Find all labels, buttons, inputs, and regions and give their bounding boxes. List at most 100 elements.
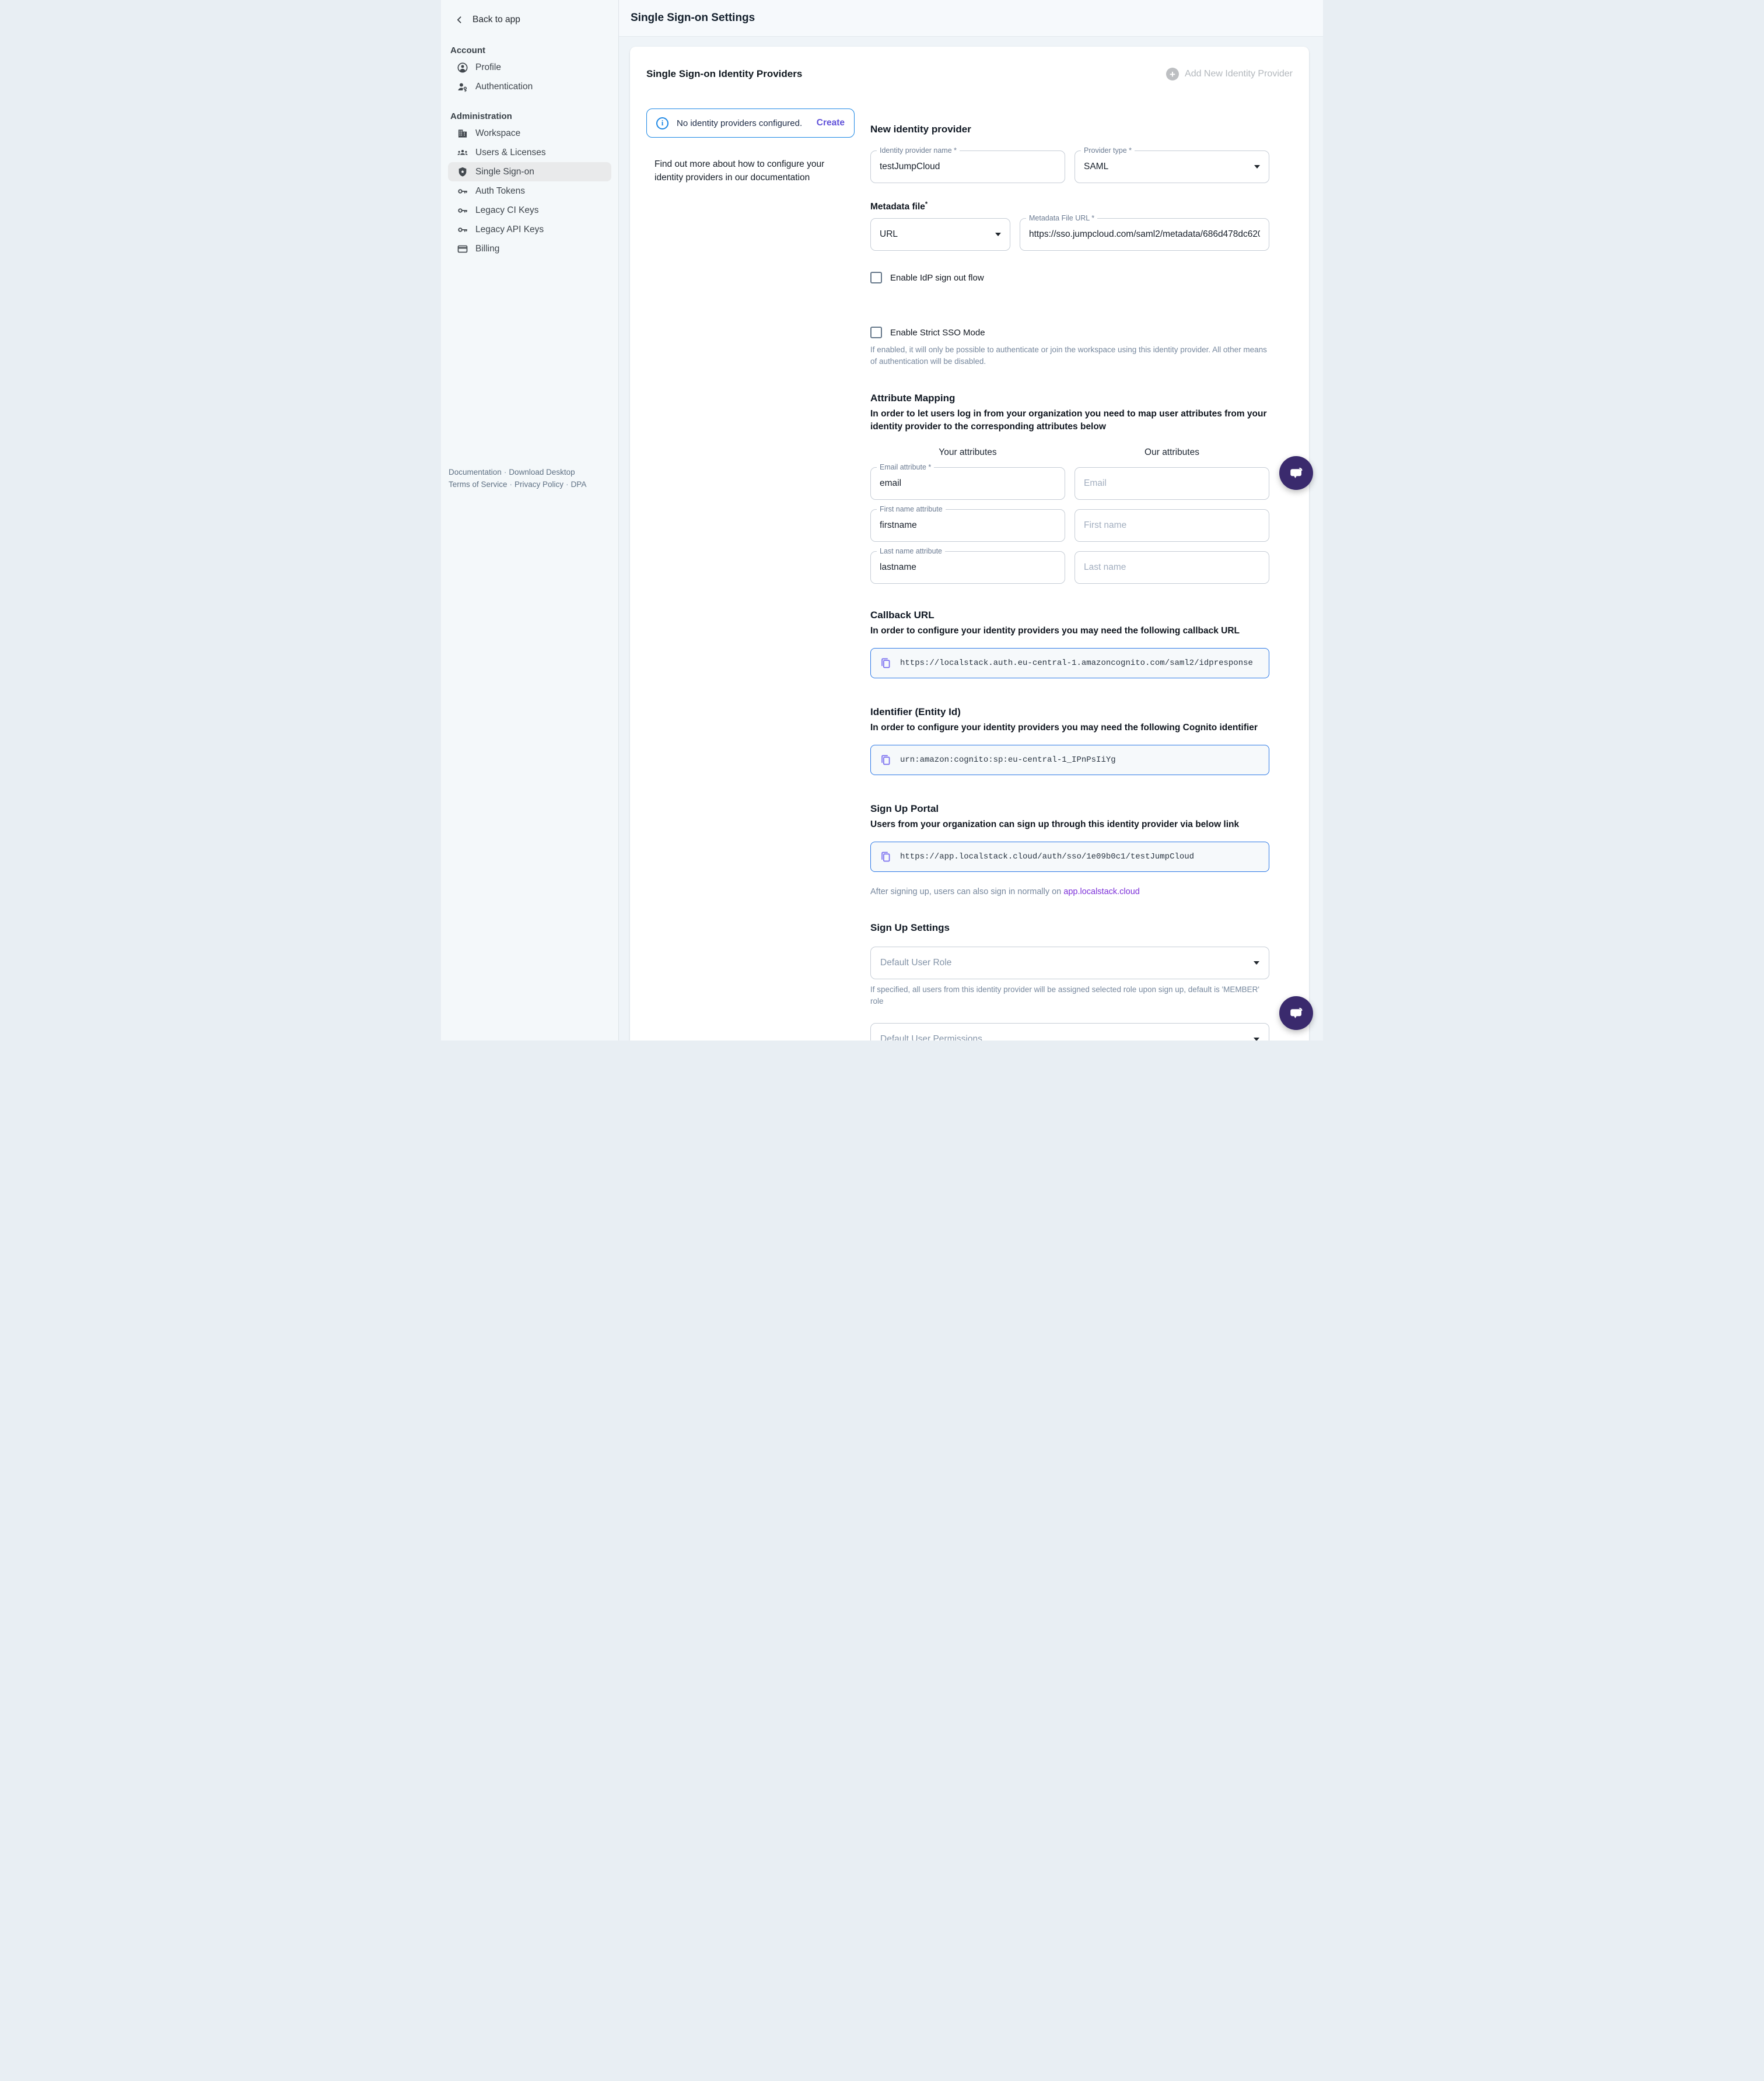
add-new-identity-provider-button[interactable]: + Add New Identity Provider <box>1166 68 1293 80</box>
copy-icon[interactable] <box>879 754 892 766</box>
back-to-app-button[interactable]: Back to app <box>441 9 618 30</box>
metadata-source-select[interactable]: URL <box>870 218 1010 251</box>
add-new-identity-provider-label: Add New Identity Provider <box>1185 69 1293 79</box>
first-name-attribute-field[interactable]: First name attribute <box>870 509 1065 542</box>
identity-providers-card: Single Sign-on Identity Providers + Add … <box>630 47 1309 1040</box>
documentation-link[interactable]: Documentation <box>449 468 502 477</box>
signup-settings-heading: Sign Up Settings <box>870 922 1269 934</box>
default-user-permissions-select[interactable]: Default User Permissions <box>870 1023 1269 1040</box>
sidebar-item-profile[interactable]: Profile <box>448 58 611 77</box>
sidebar-item-legacy-ci-keys[interactable]: Legacy CI Keys <box>448 201 611 220</box>
create-link[interactable]: Create <box>817 118 845 128</box>
sidebar-item-authentication[interactable]: Authentication <box>448 77 611 96</box>
single-sign-on-settings-page: Back to app Account Profile Authenticati… <box>441 0 1323 1040</box>
docs-note: Find out more about how to configure you… <box>654 157 847 185</box>
chat-widget-button[interactable] <box>1279 456 1313 490</box>
shield-star-icon <box>457 166 468 178</box>
email-attribute-input[interactable] <box>880 478 1056 489</box>
sidebar-item-single-sign-on[interactable]: Single Sign-on <box>448 162 611 181</box>
key-icon <box>457 185 468 197</box>
terms-of-service-link[interactable]: Terms of Service <box>449 480 508 489</box>
form-heading: New identity provider <box>870 124 1269 135</box>
section-title-account: Account <box>441 45 618 55</box>
copy-icon[interactable] <box>879 657 892 670</box>
sidebar-item-users-licenses[interactable]: Users & Licenses <box>448 143 611 162</box>
default-user-role-select[interactable]: Default User Role <box>870 947 1269 979</box>
sidebar-item-billing[interactable]: Billing <box>448 239 611 258</box>
email-attribute-field[interactable]: Email attribute * <box>870 467 1065 500</box>
building-icon <box>457 128 468 139</box>
callback-url-heading: Callback URL <box>870 609 1269 621</box>
copy-icon[interactable] <box>879 850 892 863</box>
first-name-attribute-input[interactable] <box>880 520 1056 531</box>
dpa-link[interactable]: DPA <box>571 480 587 489</box>
our-first-name-field[interactable] <box>1074 509 1269 542</box>
sidebar-footer: Documentation·Download Desktop Terms of … <box>449 467 609 491</box>
identifier-description: In order to configure your identity prov… <box>870 721 1269 734</box>
download-desktop-link[interactable]: Download Desktop <box>509 468 575 477</box>
callback-url-description: In order to configure your identity prov… <box>870 625 1269 637</box>
people-icon <box>457 147 468 159</box>
page-title: Single Sign-on Settings <box>631 12 755 24</box>
chat-widget-button[interactable] <box>1279 996 1313 1030</box>
chat-bubble-icon <box>1287 464 1305 482</box>
our-email-input[interactable] <box>1084 478 1260 489</box>
footer-separator: · <box>502 468 509 477</box>
default-user-permissions-placeholder: Default User Permissions <box>880 1034 982 1040</box>
your-attributes-header: Your attributes <box>870 447 1065 458</box>
default-user-role-placeholder: Default User Role <box>880 958 951 968</box>
our-email-field[interactable] <box>1074 467 1269 500</box>
sidebar-item-workspace[interactable]: Workspace <box>448 124 611 143</box>
identity-provider-name-input[interactable] <box>880 162 1056 172</box>
app-localstack-cloud-link[interactable]: app.localstack.cloud <box>1063 887 1140 896</box>
field-label: First name attribute <box>877 505 946 513</box>
enable-strict-sso-checkbox[interactable]: Enable Strict SSO Mode <box>870 327 1269 338</box>
field-label: Provider type * <box>1081 146 1135 155</box>
field-label: Metadata File URL * <box>1026 214 1097 222</box>
metadata-file-url-field[interactable]: Metadata File URL * <box>1020 218 1269 251</box>
attribute-mapping-heading: Attribute Mapping <box>870 393 1269 404</box>
no-providers-alert: i No identity providers configured. Crea… <box>646 108 855 138</box>
sidebar-item-auth-tokens[interactable]: Auth Tokens <box>448 181 611 201</box>
callback-url-value: https://localstack.auth.eu-central-1.ama… <box>900 658 1253 668</box>
last-name-attribute-input[interactable] <box>880 562 1056 573</box>
checkbox-label: Enable IdP sign out flow <box>890 273 984 283</box>
strict-sso-helper: If enabled, it will only be possible to … <box>870 344 1269 367</box>
field-label: Identity provider name * <box>877 146 960 155</box>
sidebar-item-label: Users & Licenses <box>475 148 546 158</box>
chevron-down-icon <box>1254 165 1260 169</box>
privacy-policy-link[interactable]: Privacy Policy <box>514 480 564 489</box>
identity-provider-name-field[interactable]: Identity provider name * <box>870 150 1065 183</box>
our-first-name-input[interactable] <box>1084 520 1260 531</box>
new-identity-provider-form: New identity provider Identity provider … <box>870 108 1269 1040</box>
main-area: Single Sign-on Settings Single Sign-on I… <box>619 0 1323 1040</box>
sidebar-item-label: Billing <box>475 244 499 254</box>
sidebar-item-label: Authentication <box>475 82 533 92</box>
sidebar-item-label: Workspace <box>475 128 520 139</box>
metadata-source-value: URL <box>880 229 898 240</box>
provider-type-value: SAML <box>1084 162 1108 172</box>
person-icon <box>457 62 468 73</box>
metadata-file-url-input[interactable] <box>1029 229 1260 240</box>
section-title-administration: Administration <box>441 111 618 121</box>
chevron-down-icon <box>1254 1038 1259 1040</box>
sidebar-item-label: Legacy CI Keys <box>475 205 539 216</box>
chevron-left-icon <box>454 14 466 26</box>
card-title: Single Sign-on Identity Providers <box>646 68 802 80</box>
checkbox-icon <box>870 272 882 283</box>
metadata-file-label: Metadata file* <box>870 201 1269 212</box>
plus-circle-icon: + <box>1166 68 1179 80</box>
after-signup-note: After signing up, users can also sign in… <box>870 887 1269 896</box>
identifier-value: urn:amazon:cognito:sp:eu-central-1_IPnPs… <box>900 755 1116 765</box>
our-last-name-field[interactable] <box>1074 551 1269 584</box>
our-last-name-input[interactable] <box>1084 562 1260 573</box>
enable-idp-signout-checkbox[interactable]: Enable IdP sign out flow <box>870 272 1269 283</box>
sidebar-item-label: Single Sign-on <box>475 167 534 177</box>
sidebar-item-legacy-api-keys[interactable]: Legacy API Keys <box>448 220 611 239</box>
alert-message: No identity providers configured. <box>677 118 808 128</box>
chevron-down-icon <box>1254 961 1259 965</box>
provider-type-select[interactable]: Provider type * SAML <box>1074 150 1269 183</box>
callback-url-box: https://localstack.auth.eu-central-1.ama… <box>870 648 1269 678</box>
last-name-attribute-field[interactable]: Last name attribute <box>870 551 1065 584</box>
sidebar: Back to app Account Profile Authenticati… <box>441 0 619 1040</box>
